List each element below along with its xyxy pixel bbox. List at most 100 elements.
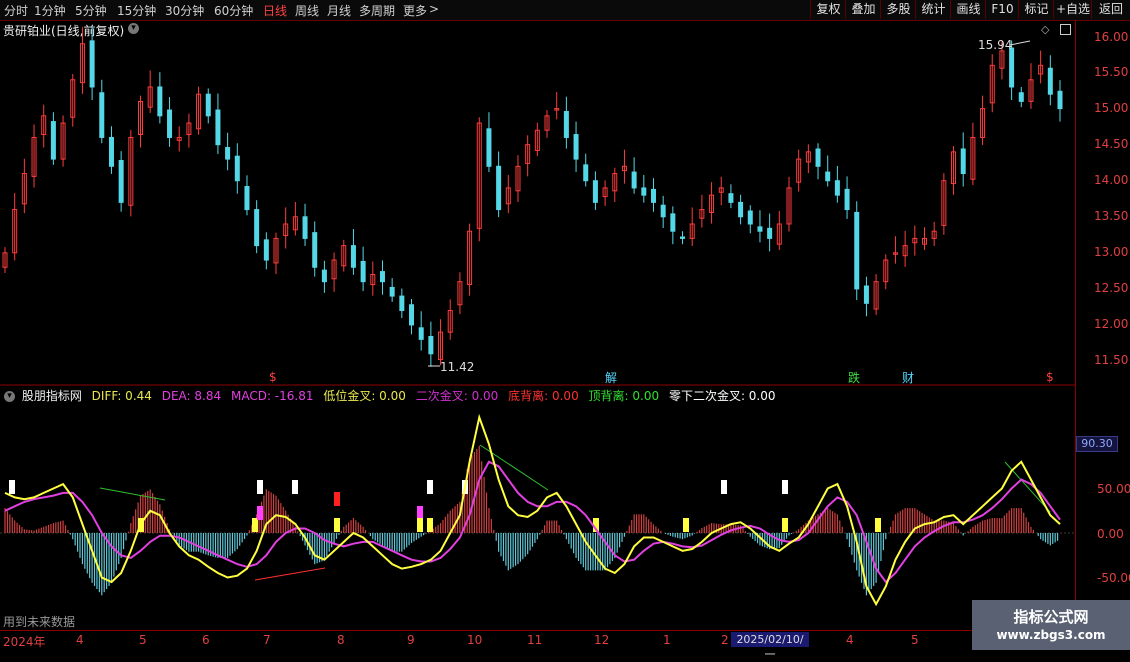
signal-marker xyxy=(257,480,263,494)
candle-body xyxy=(815,148,821,167)
top-divergence-line xyxy=(99,487,166,501)
date-label: 1 xyxy=(663,633,671,647)
candle-body xyxy=(399,295,405,312)
price-axis-label: 12.00 xyxy=(1094,317,1129,331)
event-markers xyxy=(428,40,1031,367)
candle-body xyxy=(1018,92,1024,102)
signal-marker xyxy=(9,480,15,494)
candle-body xyxy=(844,188,850,211)
candle-body xyxy=(1057,90,1063,110)
candle-body xyxy=(360,260,366,283)
min-price-label: 11.42 xyxy=(440,360,475,374)
date-label: 8 xyxy=(337,633,345,647)
signal-marker xyxy=(292,480,298,494)
signal-marker xyxy=(417,518,423,532)
candle-body xyxy=(660,204,666,218)
candle-body xyxy=(1047,67,1053,95)
candle-body xyxy=(747,210,753,225)
candlestick-series xyxy=(2,26,1063,367)
event-marker-dividend[interactable]: $ xyxy=(1046,370,1054,384)
price-axis-label: 15.50 xyxy=(1094,65,1129,79)
candle-body xyxy=(312,232,318,268)
date-label: 11 xyxy=(527,633,543,647)
candle-body xyxy=(244,185,250,211)
candle-body xyxy=(89,40,95,88)
candle-body xyxy=(50,121,56,160)
price-axis-label: 12.50 xyxy=(1094,281,1129,295)
candle-body xyxy=(215,109,221,146)
candle-body xyxy=(854,211,860,290)
price-axis-label: 13.00 xyxy=(1094,245,1129,259)
price-axis-label: 16.00 xyxy=(1094,30,1129,44)
price-axis-label: 15.00 xyxy=(1094,101,1129,115)
price-axis-label: 14.50 xyxy=(1094,137,1129,151)
event-marker-dividend[interactable]: $ xyxy=(269,370,277,384)
candle-body xyxy=(157,86,163,117)
candle-body xyxy=(350,245,356,268)
event-marker-unlock[interactable]: 解 xyxy=(605,369,617,386)
candle-body xyxy=(738,201,744,218)
candle-body xyxy=(321,269,327,283)
candle-body xyxy=(205,93,211,117)
indicator-axis xyxy=(1075,385,1130,630)
max-arrow xyxy=(1009,40,1031,46)
candle-body xyxy=(650,188,656,203)
chart-canvas[interactable] xyxy=(0,0,1075,630)
event-marker-finance[interactable]: 财 xyxy=(902,369,914,386)
price-axis-label: 11.50 xyxy=(1094,353,1129,367)
candle-body xyxy=(418,327,424,340)
candle-body xyxy=(254,209,260,247)
signal-marker xyxy=(417,506,423,520)
max-price-label: 15.94 xyxy=(978,38,1013,52)
price-axis-label: 14.00 xyxy=(1094,173,1129,187)
event-marker-drop[interactable]: 跌 xyxy=(848,369,860,386)
candle-body xyxy=(225,147,231,160)
bottom-divergence-line xyxy=(254,567,326,581)
indicator-axis-label: 50.00 xyxy=(1097,482,1130,496)
candle-body xyxy=(428,335,434,355)
indicator-axis-label: -50.00 xyxy=(1097,571,1130,585)
date-label: 5 xyxy=(911,633,919,647)
date-label: 2024年 xyxy=(3,635,46,649)
price-axis-label: 13.50 xyxy=(1094,209,1129,223)
signal-marker xyxy=(875,518,881,532)
current-value-badge: 90.30 xyxy=(1076,436,1118,452)
signal-marker xyxy=(782,480,788,494)
candle-body xyxy=(118,160,124,203)
candle-body xyxy=(389,286,395,297)
signal-marker xyxy=(427,518,433,532)
future-data-note: 用到未来数据 xyxy=(3,615,76,629)
candle-body xyxy=(1009,47,1015,88)
candle-body xyxy=(960,148,966,175)
candle-body xyxy=(409,304,415,326)
candle-body xyxy=(486,128,492,167)
candle-body xyxy=(108,136,114,167)
candle-body xyxy=(496,165,502,211)
date-label: 2 xyxy=(721,633,729,647)
candle-body xyxy=(767,227,773,239)
candle-body xyxy=(302,216,308,239)
candle-body xyxy=(263,239,269,261)
candle-body xyxy=(631,171,637,189)
candle-body xyxy=(757,226,763,232)
candle-body xyxy=(670,213,676,232)
date-axis: 2024年 4 5 6 7 8 9 10 11 12 1 2 2025/02/1… xyxy=(0,630,1130,661)
candle-body xyxy=(863,285,869,304)
back-button[interactable]: 返回 xyxy=(1091,0,1130,19)
watermark: 指标公式网 www.zbgs3.com xyxy=(972,600,1130,650)
date-label: 12 xyxy=(594,633,610,647)
watermark-url: www.zbgs3.com xyxy=(996,628,1106,642)
date-label: 6 xyxy=(202,633,210,647)
candle-body xyxy=(379,271,385,283)
date-label: 7 xyxy=(263,633,271,647)
signal-marker xyxy=(334,492,340,506)
candle-body xyxy=(234,155,240,182)
candle-body xyxy=(680,236,686,239)
candle-body xyxy=(825,171,831,182)
cursor-date: 2025/02/10/一 xyxy=(731,632,809,661)
candle-body xyxy=(728,193,734,203)
date-label: 4 xyxy=(76,633,84,647)
signal-marker xyxy=(721,480,727,494)
signal-marker xyxy=(782,518,788,532)
indicator-axis-label: 0.00 xyxy=(1097,527,1124,541)
